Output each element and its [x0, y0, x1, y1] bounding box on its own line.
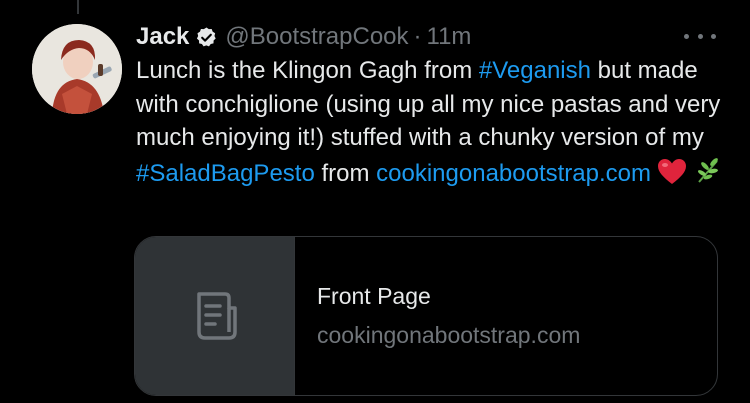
thread-connector-line	[77, 0, 79, 14]
url-link[interactable]: cookingonabootstrap.com	[376, 160, 651, 187]
header-separator: ·	[413, 23, 422, 50]
hashtag-link[interactable]: #SaladBagPesto	[136, 160, 315, 187]
card-title: Front Page	[317, 283, 431, 309]
tweet-text: Lunch is the Klingon Gagh from #Veganish…	[136, 54, 726, 194]
document-icon	[196, 292, 237, 340]
author-name[interactable]: Jack	[136, 23, 189, 51]
tweet-timestamp[interactable]: 11m	[427, 23, 472, 51]
tweet-text-part: Lunch is the Klingon Gagh from	[136, 57, 479, 84]
card-domain: cookingonabootstrap.com	[317, 322, 581, 348]
verified-badge-icon	[195, 26, 218, 49]
author-handle[interactable]: @BootstrapCook	[225, 23, 408, 51]
card-body: Front Page cookingonabootstrap.com	[295, 237, 717, 395]
hashtag-link[interactable]: #Veganish	[479, 57, 591, 84]
tweet-text-part: from	[314, 159, 377, 187]
link-preview-card[interactable]: Front Page cookingonabootstrap.com	[134, 236, 718, 396]
more-options-icon[interactable]	[684, 28, 716, 44]
heart-emoji-icon	[657, 158, 687, 195]
avatar[interactable]	[32, 24, 122, 114]
avatar-photo	[32, 24, 122, 114]
herb-emoji-icon	[693, 155, 723, 195]
card-thumbnail	[135, 237, 295, 395]
tweet-header: Jack @BootstrapCook · 11m	[136, 20, 720, 54]
